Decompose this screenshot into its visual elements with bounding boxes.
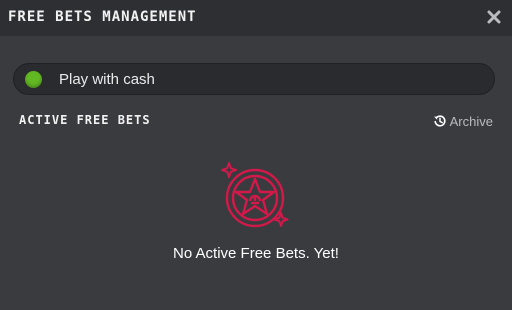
close-icon-glyph (487, 10, 501, 24)
modal-header: FREE BETS MANAGEMENT (0, 0, 512, 36)
star-badge-icon (221, 162, 289, 228)
cash-status-indicator (25, 71, 42, 88)
play-with-cash-label: Play with cash (59, 71, 155, 88)
empty-state-message: No Active Free Bets. Yet! (173, 245, 339, 262)
close-icon[interactable] (486, 9, 502, 25)
modal-title: FREE BETS MANAGEMENT (8, 9, 197, 25)
play-with-cash-toggle[interactable]: Play with cash (13, 63, 495, 95)
archive-label: Archive (449, 113, 493, 129)
free-bets-modal: FREE BETS MANAGEMENT Play with cash ACTI… (0, 0, 512, 310)
history-icon (433, 115, 446, 127)
archive-link[interactable]: Archive (433, 113, 493, 129)
active-free-bets-title: ACTIVE FREE BETS (19, 113, 151, 127)
